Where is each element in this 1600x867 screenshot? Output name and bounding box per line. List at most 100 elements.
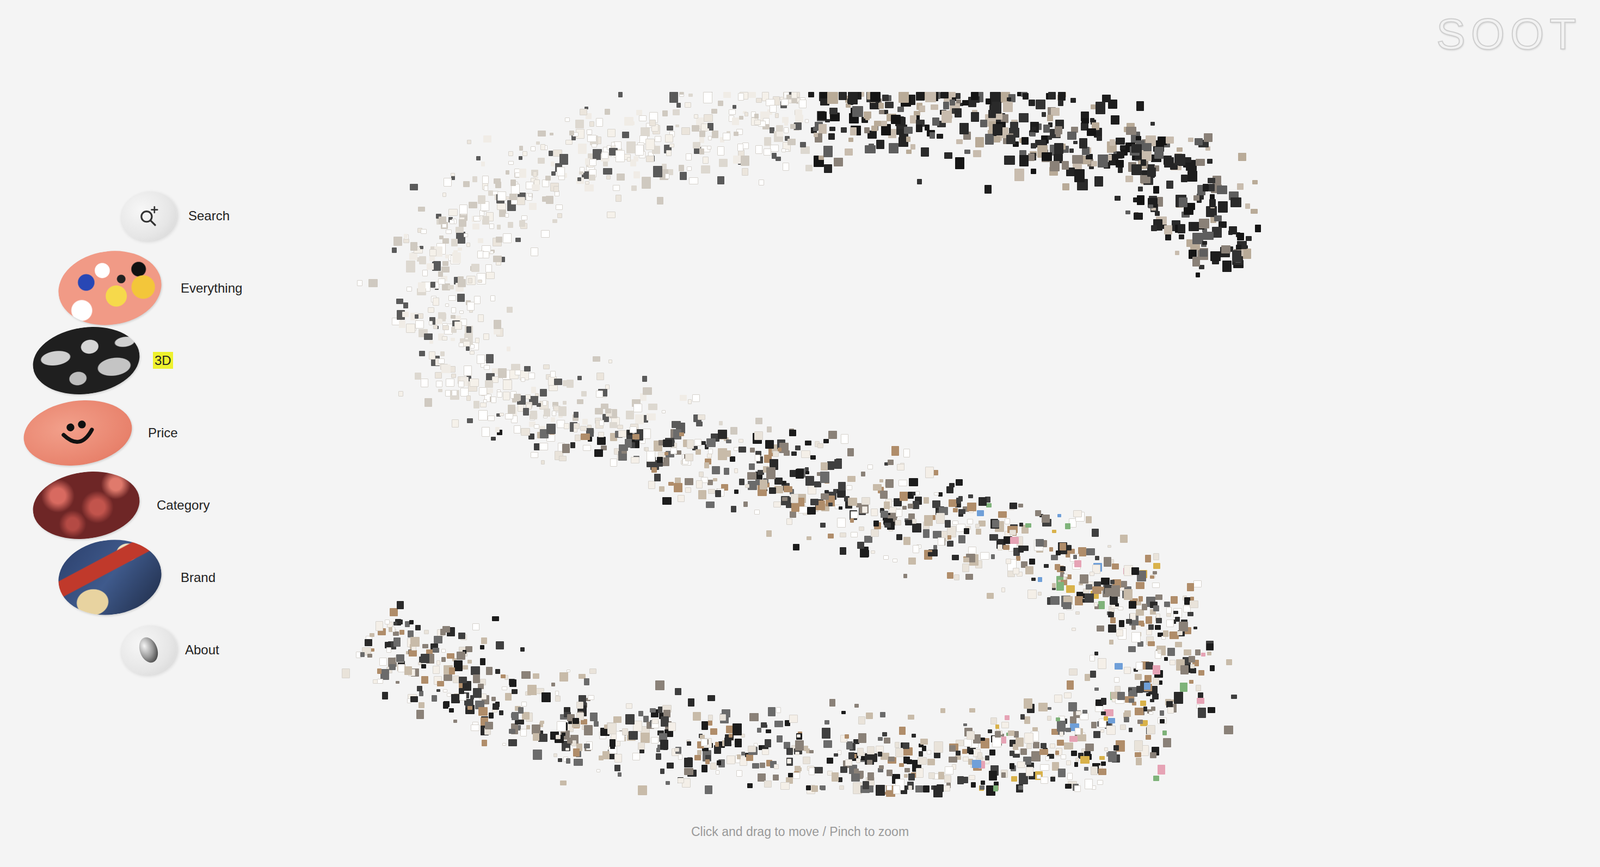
product-thumb[interactable] [648,403,658,411]
product-thumb[interactable] [878,102,884,109]
product-thumb[interactable] [827,461,835,471]
product-thumb[interactable] [1153,605,1160,612]
product-thumb[interactable] [930,104,939,110]
product-thumb[interactable] [1207,177,1216,184]
product-thumb[interactable] [1085,584,1093,590]
product-thumb[interactable] [912,545,920,554]
product-thumb[interactable] [844,734,849,740]
product-thumb[interactable] [654,474,661,482]
search-icon[interactable] [115,186,182,246]
product-thumb[interactable] [587,695,595,701]
product-thumb[interactable] [597,437,606,446]
product-thumb[interactable] [975,137,984,148]
product-thumb[interactable] [480,645,485,650]
product-thumb[interactable] [813,767,823,774]
product-thumb[interactable] [918,751,923,758]
product-thumb[interactable] [898,91,909,103]
product-thumb[interactable] [820,522,826,528]
product-thumb[interactable] [532,673,540,680]
product-thumb[interactable] [829,699,836,707]
product-thumb[interactable] [1100,577,1110,586]
product-thumb[interactable] [1050,596,1060,606]
product-thumb[interactable] [774,113,779,119]
product-thumb[interactable] [747,746,756,753]
product-thumb[interactable] [858,526,865,532]
product-thumb[interactable] [1136,195,1145,206]
product-thumb[interactable] [384,619,390,625]
product-thumb[interactable] [1085,743,1094,752]
product-thumb[interactable] [548,150,553,157]
product-thumb[interactable] [432,666,440,675]
product-thumb[interactable] [642,387,652,396]
product-thumb[interactable] [642,428,651,440]
product-thumb[interactable] [698,471,704,478]
product-thumb[interactable] [767,707,776,717]
product-thumb[interactable] [740,155,750,166]
product-thumb[interactable] [423,630,429,635]
product-thumb[interactable] [1193,626,1198,630]
product-thumb[interactable] [1153,776,1160,782]
product-thumb[interactable] [434,372,442,379]
product-thumb[interactable] [1006,134,1016,145]
product-thumb[interactable] [679,395,687,402]
product-thumb[interactable] [1059,543,1067,551]
product-thumb[interactable] [717,146,725,156]
product-thumb[interactable] [922,529,930,539]
product-thumb[interactable] [520,377,526,383]
product-thumb[interactable] [380,669,390,681]
product-thumb[interactable] [1252,180,1258,185]
product-thumb[interactable] [520,647,525,652]
product-thumb[interactable] [1041,112,1046,118]
product-thumb[interactable] [962,563,970,573]
product-thumb[interactable] [1026,743,1032,750]
product-thumb[interactable] [608,359,613,364]
product-thumb[interactable] [429,256,435,262]
product-thumb[interactable] [1188,137,1194,143]
product-thumb[interactable] [537,157,545,164]
product-thumb[interactable] [417,206,426,212]
product-thumb[interactable] [1216,185,1228,195]
product-thumb[interactable] [662,497,672,506]
product-thumb[interactable] [530,146,536,152]
product-thumb[interactable] [655,753,662,761]
product-thumb[interactable] [899,727,906,736]
product-thumb[interactable] [733,131,739,137]
product-thumb[interactable] [1195,649,1201,656]
product-thumb[interactable] [1152,677,1160,686]
product-thumb[interactable] [823,439,829,444]
product-thumb[interactable] [858,716,866,725]
product-thumb[interactable] [1111,563,1119,570]
product-thumb[interactable] [573,428,578,433]
product-thumb[interactable] [730,506,737,513]
product-thumb[interactable] [1135,582,1145,590]
product-thumb[interactable] [865,712,873,720]
product-thumb[interactable] [1090,671,1097,679]
product-thumb[interactable] [933,545,938,550]
product-thumb[interactable] [848,137,854,143]
product-thumb[interactable] [440,351,445,357]
product-thumb[interactable] [736,754,741,760]
product-thumb[interactable] [703,114,713,122]
product-thumb[interactable] [483,135,492,143]
product-thumb[interactable] [1023,698,1033,710]
product-thumb[interactable] [367,654,373,658]
product-thumb[interactable] [485,667,493,676]
product-thumb[interactable] [736,770,743,778]
product-thumb[interactable] [611,142,615,147]
nav-thumbnail[interactable] [53,244,167,332]
product-thumb[interactable] [1074,785,1081,793]
product-thumb[interactable] [912,523,922,533]
product-thumb[interactable] [1128,728,1133,733]
product-thumb[interactable] [475,337,480,344]
logo[interactable]: SOOT [1436,12,1582,59]
product-thumb[interactable] [773,501,781,508]
product-thumb[interactable] [847,476,856,483]
product-thumb[interactable] [1091,528,1099,538]
product-thumb[interactable] [614,765,621,772]
product-thumb[interactable] [1183,649,1192,656]
product-thumb[interactable] [433,636,443,644]
product-thumb[interactable] [829,126,836,132]
product-thumb[interactable] [922,785,930,793]
product-thumb[interactable] [638,711,644,717]
product-thumb[interactable] [557,758,563,763]
